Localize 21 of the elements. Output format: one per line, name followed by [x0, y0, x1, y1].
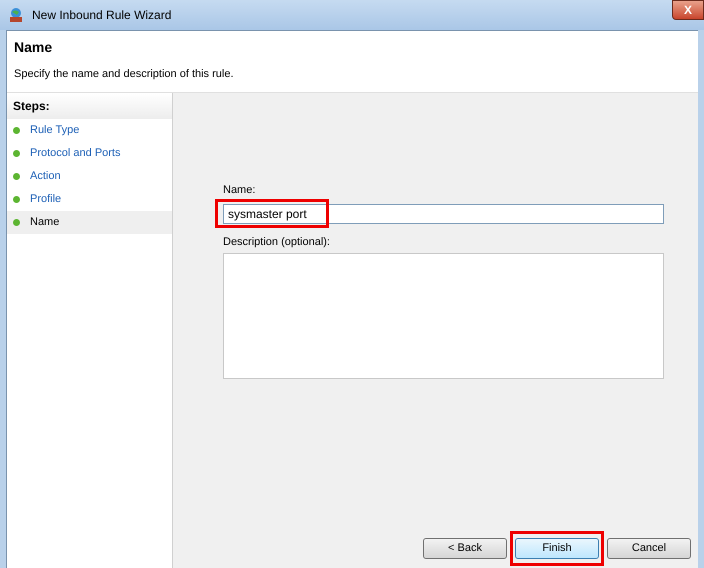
- name-field[interactable]: sysmaster port: [223, 204, 664, 224]
- step-item[interactable]: Profile: [7, 188, 172, 211]
- step-item[interactable]: Rule Type: [7, 119, 172, 142]
- description-label: Description (optional):: [223, 234, 331, 250]
- step-item[interactable]: Name: [7, 211, 172, 234]
- window-title: New Inbound Rule Wizard: [32, 7, 172, 24]
- status-dot-icon: [13, 173, 20, 180]
- status-dot-icon: [13, 219, 20, 226]
- step-item[interactable]: Action: [7, 165, 172, 188]
- wizard-button[interactable]: Finish: [515, 538, 599, 559]
- name-label: Name:: [223, 183, 256, 198]
- description-field[interactable]: [223, 253, 664, 379]
- status-dot-icon: [13, 196, 20, 203]
- page-subtitle: Specify the name and description of this rule.: [14, 67, 235, 82]
- page-heading: Name: [14, 38, 54, 57]
- status-dot-icon: [13, 150, 20, 157]
- step-item[interactable]: Protocol and Ports: [7, 142, 172, 165]
- wizard-button[interactable]: Cancel: [607, 538, 691, 559]
- status-dot-icon: [13, 127, 20, 134]
- globe-firewall-icon: [8, 7, 24, 23]
- wizard-button[interactable]: < Back: [423, 538, 507, 559]
